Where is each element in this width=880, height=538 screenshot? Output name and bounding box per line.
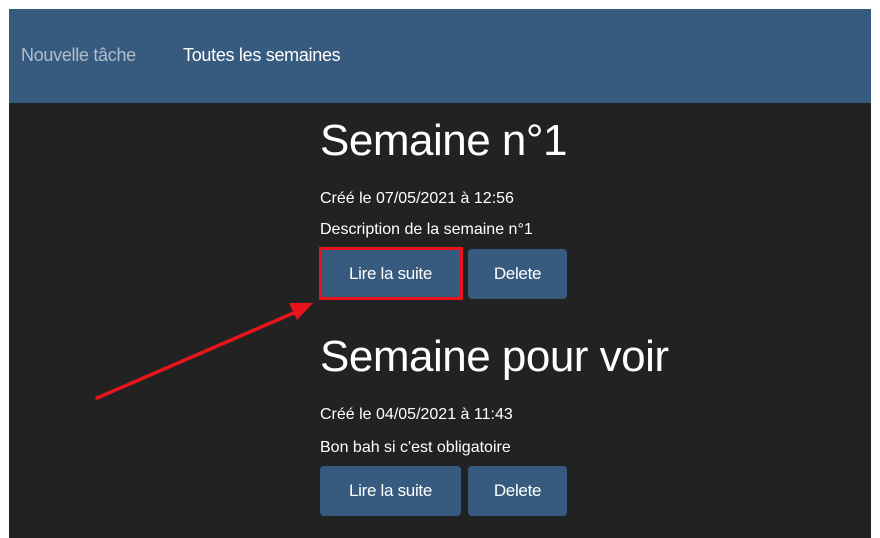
week-card: Semaine pour voir — [320, 335, 669, 379]
nav-new-task-link[interactable]: Nouvelle tâche — [21, 45, 136, 66]
read-more-button[interactable]: Lire la suite — [320, 249, 461, 299]
delete-button[interactable]: Delete — [468, 249, 567, 299]
week-description: Description de la semaine n°1 — [320, 221, 533, 238]
week-created-date: Créé le 04/05/2021 à 11:43 — [320, 406, 513, 423]
delete-button[interactable]: Delete — [468, 466, 567, 516]
read-more-button[interactable]: Lire la suite — [320, 466, 461, 516]
nav-all-weeks-link[interactable]: Toutes les semaines — [183, 45, 341, 66]
week-description: Bon bah si c'est obligatoire — [320, 439, 511, 456]
week-title: Semaine n°1 — [320, 116, 567, 165]
week-created-date: Créé le 07/05/2021 à 12:56 — [320, 190, 514, 207]
navbar: Nouvelle tâche Toutes les semaines — [9, 9, 871, 103]
week-title: Semaine pour voir — [320, 332, 669, 381]
week-card: Semaine n°1 — [320, 119, 567, 163]
app-frame: Nouvelle tâche Toutes les semaines Semai… — [9, 9, 871, 538]
